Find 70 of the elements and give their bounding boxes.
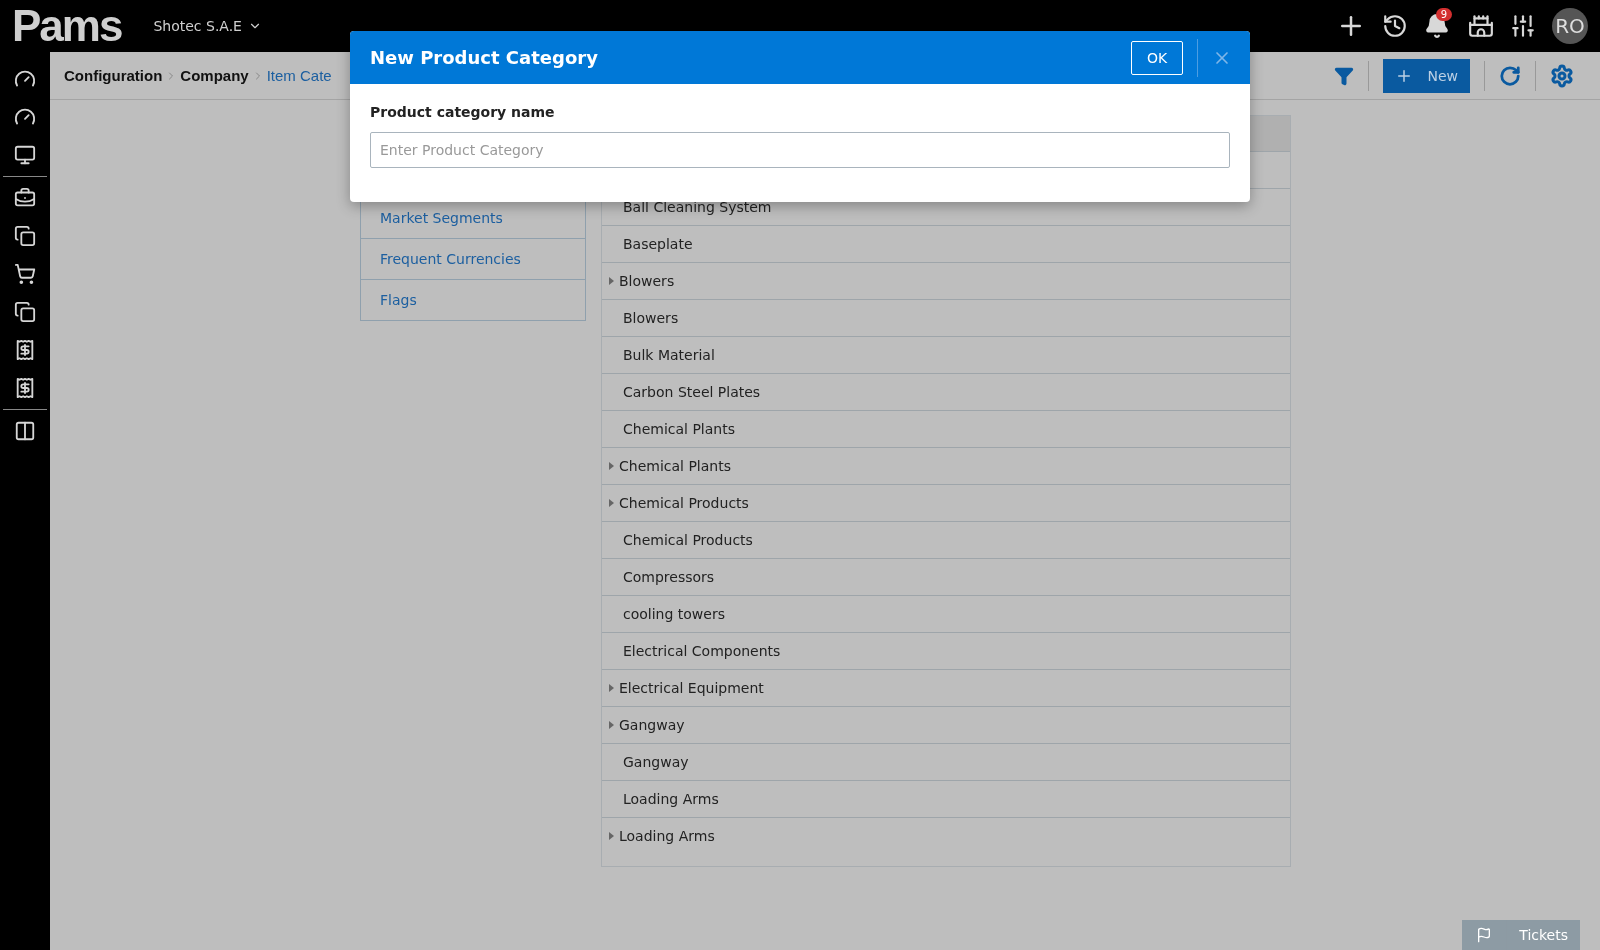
new-button[interactable]: New <box>1383 58 1470 93</box>
category-row[interactable]: Blowers <box>602 262 1290 299</box>
company-selector[interactable]: Shotec S.A.E <box>147 17 268 35</box>
category-name[interactable]: Loading Arms <box>623 791 719 807</box>
expand-caret-icon[interactable] <box>609 499 615 507</box>
expand-caret-icon[interactable] <box>609 684 615 692</box>
expand-caret-icon[interactable] <box>609 832 615 840</box>
filter-icon[interactable] <box>1334 65 1355 86</box>
category-name[interactable]: Bulk Material <box>623 347 715 363</box>
monitor-icon[interactable] <box>14 144 36 166</box>
settings-icon[interactable] <box>1550 63 1574 88</box>
category-name[interactable]: Carbon Steel Plates <box>623 384 761 400</box>
category-name[interactable]: Electrical Equipment <box>619 680 764 696</box>
category-row[interactable]: Loading Arms <box>602 780 1290 817</box>
notification-badge: 9 <box>1435 7 1452 21</box>
category-name[interactable]: cooling towers <box>623 606 725 622</box>
refresh-icon[interactable] <box>1499 64 1521 87</box>
category-row[interactable]: Chemical Products <box>602 521 1290 558</box>
nav-link[interactable]: Frequent Currencies <box>361 238 585 279</box>
expand-caret-icon[interactable] <box>609 462 615 470</box>
history-icon[interactable] <box>1381 13 1408 39</box>
dialog-title: New Product Category <box>370 47 598 68</box>
category-row[interactable]: Blowers <box>602 299 1290 336</box>
category-name[interactable]: Ball Cleaning System <box>623 199 772 215</box>
squares-icon[interactable] <box>14 301 36 323</box>
category-name[interactable]: Loading Arms <box>619 828 715 844</box>
ok-button[interactable]: OK <box>1131 40 1183 75</box>
sliders-icon[interactable] <box>1510 13 1536 39</box>
cart-icon[interactable] <box>14 263 36 285</box>
category-name[interactable]: Chemical Plants <box>623 421 735 437</box>
category-name[interactable]: Compressors <box>623 569 715 585</box>
breadcrumb-item[interactable]: Configuration <box>64 67 163 84</box>
expand-caret-icon[interactable] <box>609 721 615 729</box>
receipt-icon[interactable] <box>14 377 36 399</box>
squares-icon[interactable] <box>14 225 36 247</box>
category-name[interactable]: Gangway <box>619 717 685 733</box>
category-row[interactable]: Electrical Components <box>602 632 1290 669</box>
breadcrumb-link[interactable]: Item Cate <box>266 67 332 84</box>
field-label: Product category name <box>370 104 556 120</box>
category-row[interactable]: Chemical Plants <box>602 410 1290 447</box>
category-row[interactable]: Compressors <box>602 558 1290 595</box>
breadcrumb-item[interactable]: Company <box>180 67 249 84</box>
category-name[interactable]: Gangway <box>623 754 689 770</box>
category-name[interactable]: Baseplate <box>623 236 693 252</box>
category-row[interactable]: cooling towers <box>602 595 1290 632</box>
category-row[interactable]: Chemical Plants <box>602 447 1290 484</box>
nav-link[interactable]: Market Segments <box>361 198 585 238</box>
nav-link[interactable]: Flags <box>361 279 585 320</box>
category-row[interactable]: Chemical Products <box>602 484 1290 521</box>
user-avatar[interactable]: RO <box>1552 8 1588 44</box>
category-name[interactable]: Chemical Products <box>619 495 749 511</box>
category-row[interactable]: Gangway <box>602 706 1290 743</box>
category-row[interactable]: Loading Arms <box>602 817 1290 854</box>
logo: Pams <box>12 4 122 48</box>
category-row[interactable]: Carbon Steel Plates <box>602 373 1290 410</box>
castle-icon[interactable] <box>1468 13 1494 39</box>
category-name[interactable]: Blowers <box>619 273 675 289</box>
category-name[interactable]: Chemical Plants <box>619 458 731 474</box>
input-field[interactable]: Enter Product Category <box>370 132 1230 168</box>
columns-icon[interactable] <box>14 420 36 442</box>
briefcase-icon[interactable] <box>14 187 36 209</box>
category-row[interactable]: Gangway <box>602 743 1290 780</box>
category-row[interactable]: Baseplate <box>602 225 1290 262</box>
category-name[interactable]: Chemical Products <box>623 532 753 548</box>
expand-caret-icon[interactable] <box>609 277 615 285</box>
category-row[interactable]: Electrical Equipment <box>602 669 1290 706</box>
category-row[interactable]: Bulk Material <box>602 336 1290 373</box>
receipt-icon[interactable] <box>14 339 36 361</box>
category-name[interactable]: Electrical Components <box>623 643 781 659</box>
category-name[interactable]: Blowers <box>623 310 679 326</box>
